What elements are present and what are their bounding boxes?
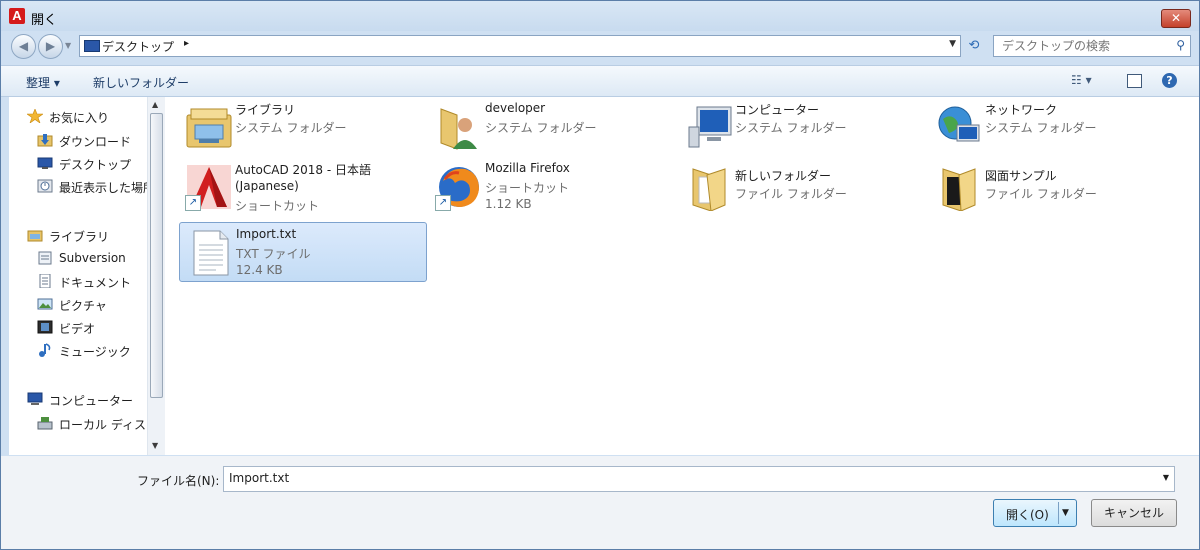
pictures-icon xyxy=(37,298,53,310)
subversion-icon xyxy=(38,251,52,265)
shortcut-arrow-icon: ↗ xyxy=(185,195,201,211)
search-box[interactable]: ⚲ xyxy=(993,35,1191,57)
back-button[interactable]: ◀ xyxy=(11,34,36,59)
scroll-down-icon[interactable]: ▼ xyxy=(152,441,158,450)
user-folder-icon xyxy=(440,108,477,150)
open-button[interactable]: 開く(O) ▼ xyxy=(993,499,1077,527)
split-divider xyxy=(1058,502,1059,524)
music-icon xyxy=(39,343,51,357)
recent-places-icon xyxy=(37,179,53,193)
text-file-icon xyxy=(193,230,229,276)
toolbar: 整理 ▾ 新しいフォルダー ☷ ▾ ? xyxy=(1,65,1199,97)
filename-combobox[interactable]: Import.txt ▼ xyxy=(223,466,1175,492)
file-item-autocad-shortcut[interactable]: ↗ AutoCAD 2018 - 日本語 (Japanese) ショートカット xyxy=(179,157,425,215)
forward-button[interactable]: ▶ xyxy=(38,34,63,59)
file-item-drawing-samples[interactable]: 図面サンプル ファイル フォルダー xyxy=(929,157,1175,215)
filename-label: ファイル名(N): xyxy=(137,474,220,488)
computer-icon xyxy=(27,392,43,405)
dialog-footer: ファイル名(N): Import.txt ▼ 開く(O) ▼ キャンセル xyxy=(1,456,1199,549)
view-options-icon: ☷ ▾ xyxy=(1071,73,1092,87)
address-bar[interactable]: デスクトップ ▸ ▼ xyxy=(79,35,961,57)
change-view-button[interactable]: ☷ ▾ xyxy=(1071,73,1092,87)
file-item-network[interactable]: ネットワーク システム フォルダー xyxy=(929,97,1175,155)
folder-icon xyxy=(692,168,726,211)
search-icon[interactable]: ⚲ xyxy=(1176,38,1185,52)
open-options-dropdown-icon[interactable]: ▼ xyxy=(1062,508,1069,518)
search-input[interactable] xyxy=(1000,36,1169,56)
network-icon xyxy=(938,106,980,142)
file-item-new-folder[interactable]: 新しいフォルダー ファイル フォルダー xyxy=(679,157,925,215)
file-item-libraries[interactable]: ライブラリ システム フォルダー xyxy=(179,97,425,155)
cancel-button[interactable]: キャンセル xyxy=(1091,499,1177,527)
close-button[interactable]: ✕ xyxy=(1161,9,1191,28)
videos-icon xyxy=(37,320,53,334)
autocad-app-icon: A xyxy=(9,8,25,24)
organize-button[interactable]: 整理 ▾ xyxy=(26,74,60,91)
local-disk-icon xyxy=(37,417,53,430)
address-dropdown-icon[interactable]: ▼ xyxy=(949,39,956,49)
file-item-import-txt[interactable]: Import.txt TXT ファイル 12.4 KB xyxy=(179,222,427,282)
star-icon xyxy=(27,109,43,123)
computer-icon xyxy=(688,106,732,148)
documents-icon xyxy=(39,274,51,288)
navigation-scrollbar[interactable]: ▲ ▼ xyxy=(147,97,165,455)
open-dialog: A 開く ✕ ◀ ▶ ▼ デスクトップ ▸ ▼ ⟲ ⚲ 整理 ▾ 新しいフォルダ… xyxy=(0,0,1200,550)
navigation-pane: お気に入り ダウンロード デスクトップ 最近表示した場所 ライブラリ Subve… xyxy=(9,97,165,455)
refresh-button[interactable]: ⟲ xyxy=(963,36,985,56)
help-button[interactable]: ? xyxy=(1162,73,1177,88)
library-icon xyxy=(27,230,43,242)
library-folder-icon xyxy=(186,108,232,148)
shortcut-arrow-icon: ↗ xyxy=(435,195,451,211)
forward-arrow-icon: ▶ xyxy=(45,39,56,53)
breadcrumb-arrow-icon[interactable]: ▸ xyxy=(184,38,189,49)
file-item-firefox-shortcut[interactable]: ↗ Mozilla Firefox ショートカット 1.12 KB xyxy=(429,157,675,215)
desktop-icon xyxy=(37,157,53,169)
window-title: 開く xyxy=(31,13,58,28)
new-folder-button[interactable]: 新しいフォルダー xyxy=(93,74,189,91)
chevron-down-icon[interactable]: ▼ xyxy=(1163,473,1169,482)
recent-pages-dropdown[interactable]: ▼ xyxy=(65,41,71,50)
scroll-thumb[interactable] xyxy=(150,113,163,398)
refresh-icon: ⟲ xyxy=(968,38,980,53)
back-arrow-icon: ◀ xyxy=(18,39,29,53)
scroll-up-icon[interactable]: ▲ xyxy=(152,100,158,109)
download-folder-icon xyxy=(37,134,53,147)
file-item-computer[interactable]: コンピューター システム フォルダー xyxy=(679,97,925,155)
preview-pane-button[interactable] xyxy=(1127,74,1142,88)
desktop-icon xyxy=(84,40,100,52)
file-list: ライブラリ システム フォルダー developer システム フォルダー コン… xyxy=(165,97,1199,455)
file-item-developer[interactable]: developer システム フォルダー xyxy=(429,97,675,155)
folder-icon xyxy=(942,168,976,211)
filename-field[interactable]: Import.txt xyxy=(229,471,289,485)
title-bar: A 開く ✕ xyxy=(1,1,1199,31)
breadcrumb-desktop[interactable]: デスクトップ xyxy=(102,38,174,55)
